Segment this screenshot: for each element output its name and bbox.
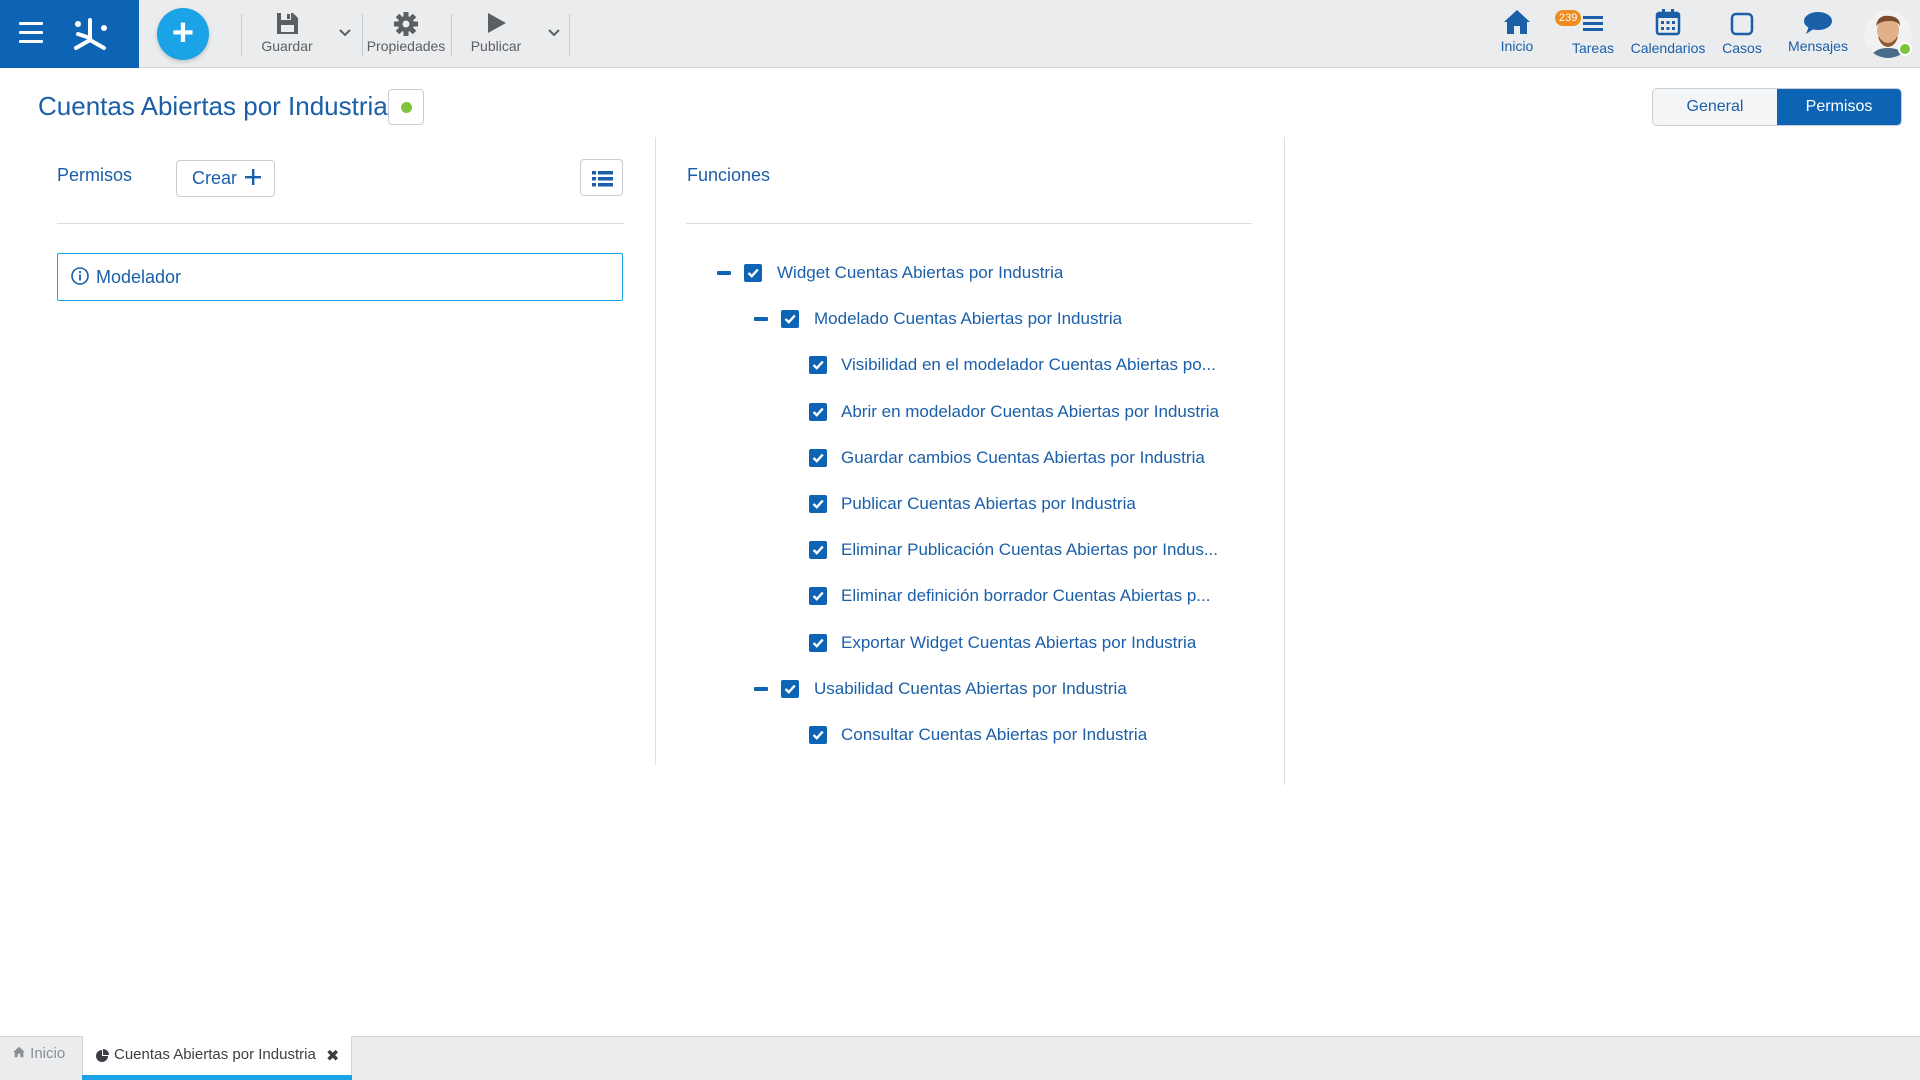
status-indicator[interactable] — [388, 89, 424, 125]
home-icon — [1504, 10, 1530, 34]
brand-area — [0, 0, 139, 68]
logo-icon[interactable] — [68, 14, 112, 54]
permiso-item-label: Modelador — [96, 267, 182, 287]
funcion-tree-label[interactable]: Usabilidad Cuentas Abiertas por Industri… — [814, 679, 1127, 699]
calendar-icon — [1655, 9, 1681, 36]
checkbox-checked-icon[interactable] — [809, 541, 827, 560]
funcion-tree-label[interactable]: Publicar Cuentas Abiertas por Industria — [841, 494, 1136, 514]
checkbox-checked-icon[interactable] — [809, 402, 827, 421]
checkbox-checked-icon[interactable] — [809, 726, 827, 744]
tab-permisos[interactable]: Permisos — [1777, 89, 1901, 125]
guardar-label: Guardar — [261, 38, 313, 54]
menu-icon[interactable] — [19, 22, 43, 44]
nav-calendarios-label: Calendarios — [1630, 40, 1706, 56]
nav-inicio-label: Inicio — [1500, 38, 1534, 54]
publicar-label: Publicar — [470, 38, 522, 54]
top-toolbar: + Guardar Propiedades Publicar Inicio Ta… — [0, 0, 1920, 68]
chat-icon — [1804, 12, 1832, 34]
crear-label: Crear — [192, 168, 238, 188]
active-tab-indicator — [82, 1075, 352, 1080]
permiso-item-modelador[interactable]: Modelador — [57, 253, 623, 301]
save-icon — [277, 13, 298, 34]
checkbox-checked-icon[interactable] — [809, 448, 827, 467]
funciones-title: Funciones — [687, 165, 771, 185]
funcion-tree-label[interactable]: Guardar cambios Cuentas Abiertas por Ind… — [841, 448, 1205, 468]
guardar-button[interactable]: Guardar — [259, 8, 315, 58]
toolbar-separator — [362, 14, 363, 56]
checkbox-checked-icon[interactable] — [781, 679, 799, 698]
pie-chart-icon — [96, 1049, 109, 1062]
funcion-tree-label[interactable]: Modelado Cuentas Abiertas por Industria — [814, 309, 1122, 329]
collapse-minus-icon[interactable] — [717, 271, 731, 275]
status-dot-icon — [401, 102, 412, 113]
plus-icon — [245, 169, 261, 185]
info-icon — [71, 267, 89, 285]
nav-mensajes[interactable]: Mensajes — [1786, 6, 1850, 62]
permisos-divider — [57, 223, 624, 224]
checkbox-checked-icon[interactable] — [809, 633, 827, 652]
guardar-dropdown-chevron-icon[interactable] — [337, 24, 353, 40]
bottom-tab-cuentas[interactable]: Cuentas Abiertas por Industria ✖ — [82, 1036, 352, 1080]
home-icon — [13, 1046, 25, 1058]
panel-divider-right — [1284, 137, 1285, 785]
page-title: Cuentas Abiertas por Industria — [38, 91, 388, 121]
list-view-button[interactable] — [580, 159, 623, 196]
view-tabs: General Permisos — [1652, 88, 1902, 126]
nav-inicio[interactable]: Inicio — [1492, 6, 1542, 62]
play-icon — [488, 13, 506, 33]
funcion-tree-label[interactable]: Eliminar definición borrador Cuentas Abi… — [841, 586, 1210, 606]
publicar-button[interactable]: Publicar — [466, 8, 526, 58]
crear-button[interactable]: Crear — [176, 160, 275, 197]
panel-divider — [655, 137, 656, 765]
bottom-tab-inicio[interactable]: Inicio — [12, 1045, 65, 1062]
collapse-minus-icon[interactable] — [754, 317, 768, 322]
funcion-tree-label[interactable]: Visibilidad en el modelador Cuentas Abie… — [841, 355, 1216, 375]
bottom-tab-inicio-label: Inicio — [30, 1045, 66, 1062]
checkbox-checked-icon[interactable] — [809, 495, 827, 513]
toolbar-separator — [451, 14, 452, 56]
nav-casos-label: Casos — [1722, 40, 1762, 56]
gear-icon — [394, 12, 418, 36]
close-tab-icon[interactable]: ✖ — [326, 1046, 339, 1066]
nav-calendarios[interactable]: Calendarios — [1630, 6, 1706, 62]
online-status-dot — [1898, 42, 1912, 56]
permisos-title: Permisos — [57, 165, 133, 185]
checkbox-checked-icon[interactable] — [809, 356, 827, 375]
funcion-tree-label[interactable]: Eliminar Publicación Cuentas Abiertas po… — [841, 540, 1218, 560]
list-icon — [592, 171, 613, 187]
propiedades-label: Propiedades — [366, 38, 446, 54]
nav-casos[interactable]: Casos — [1720, 6, 1764, 62]
funcion-tree-label[interactable]: Consultar Cuentas Abiertas por Industria — [841, 725, 1147, 745]
tareas-count-badge: 239 — [1555, 10, 1582, 26]
publicar-dropdown-chevron-icon[interactable] — [546, 24, 562, 40]
add-button[interactable]: + — [157, 8, 209, 60]
checkbox-checked-icon[interactable] — [809, 587, 827, 606]
tasks-icon — [1583, 16, 1603, 31]
nav-mensajes-label: Mensajes — [1788, 38, 1848, 54]
checkbox-checked-icon[interactable] — [744, 264, 762, 282]
tab-general[interactable]: General — [1653, 89, 1777, 125]
funcion-tree-label[interactable]: Abrir en modelador Cuentas Abiertas por … — [841, 402, 1219, 422]
funcion-tree-label[interactable]: Exportar Widget Cuentas Abiertas por Ind… — [841, 633, 1196, 653]
toolbar-separator — [241, 14, 242, 56]
funciones-divider — [686, 223, 1252, 224]
nav-tareas-label: Tareas — [1571, 40, 1615, 56]
propiedades-button[interactable]: Propiedades — [366, 8, 446, 58]
cases-icon — [1730, 12, 1754, 36]
toolbar-separator — [569, 14, 570, 56]
funcion-tree-label[interactable]: Widget Cuentas Abiertas por Industria — [777, 263, 1063, 283]
bottom-tab-cuentas-label: Cuentas Abiertas por Industria — [114, 1046, 316, 1063]
collapse-minus-icon[interactable] — [754, 686, 768, 691]
checkbox-checked-icon[interactable] — [781, 310, 799, 329]
